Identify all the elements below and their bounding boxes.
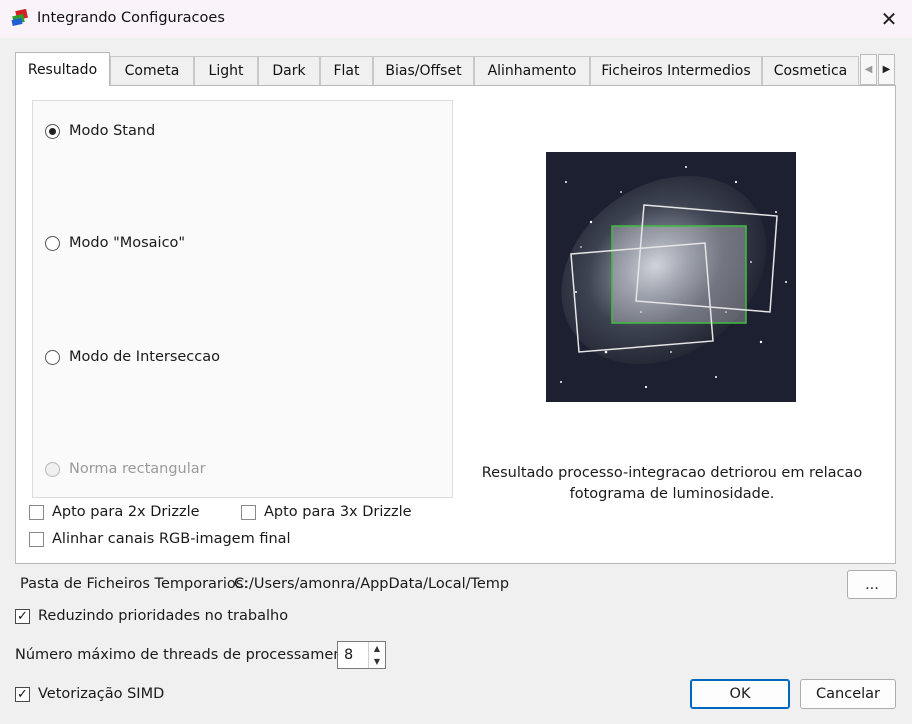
tab-scroll-right-icon[interactable]: ▶	[878, 54, 895, 85]
threads-label: Número máximo de threads de processament…	[15, 647, 357, 663]
radio-indicator	[45, 461, 60, 477]
tab-flat[interactable]: Flat	[320, 56, 373, 85]
cancel-button[interactable]: Cancelar	[800, 679, 896, 709]
check-icon: ✓	[15, 686, 30, 702]
mode-groupbox: Modo Stand Modo "Mosaico" Modo de Inters…	[32, 100, 453, 498]
temp-folder-path: C:/Users/amonra/AppData/Local/Temp	[234, 576, 510, 592]
checkbox-label: Vetorização SIMD	[38, 686, 165, 702]
radio-modo-stand[interactable]: Modo Stand	[45, 123, 155, 139]
radio-modo-interseccao[interactable]: Modo de Interseccao	[45, 349, 220, 365]
integration-preview-image	[546, 152, 796, 402]
temp-folder-label: Pasta de Ficheiros Temporarios:	[20, 576, 249, 592]
radio-label: Norma rectangular	[69, 461, 206, 477]
browse-temp-folder-button[interactable]: ...	[847, 570, 897, 599]
check-icon: ✓	[15, 608, 30, 624]
drizzle-3x-checkbox[interactable]: Apto para 3x Drizzle	[241, 504, 412, 520]
tab-cosmetica[interactable]: Cosmetica	[762, 56, 859, 85]
tab-alinhamento[interactable]: Alinhamento	[474, 56, 590, 85]
spin-up-icon[interactable]: ▲	[369, 642, 385, 655]
checkbox-label: Apto para 3x Drizzle	[264, 504, 412, 520]
title-bar: Integrando Configuracoes ✕	[0, 0, 912, 38]
tab-ficheiros-intermedios[interactable]: Ficheiros Intermedios	[590, 56, 762, 85]
checkbox-box	[29, 504, 44, 520]
threads-value[interactable]: 8	[344, 647, 353, 663]
tab-cometa[interactable]: Cometa	[110, 56, 194, 85]
radio-label: Modo de Interseccao	[69, 349, 221, 365]
tab-light[interactable]: Light	[194, 56, 258, 85]
align-rgb-checkbox[interactable]: Alinhar canais RGB-imagem final	[29, 531, 291, 547]
radio-label: Modo Stand	[69, 123, 156, 139]
radio-label: Modo "Mosaico"	[69, 235, 186, 251]
radio-norma-rectangular: Norma rectangular	[45, 461, 206, 477]
simd-checkbox[interactable]: ✓ Vetorização SIMD	[15, 686, 164, 702]
radio-indicator	[45, 123, 60, 139]
ok-button[interactable]: OK	[690, 679, 790, 709]
checkbox-box	[241, 504, 256, 520]
drizzle-2x-checkbox[interactable]: Apto para 2x Drizzle	[29, 504, 200, 520]
preview-caption: Resultado processo-integracao detriorou …	[481, 465, 863, 502]
tab-panel-resultado: Modo Stand Modo "Mosaico" Modo de Inters…	[15, 85, 896, 564]
window-title: Integrando Configuracoes	[37, 10, 225, 26]
checkbox-label: Alinhar canais RGB-imagem final	[52, 531, 291, 547]
reduce-priority-checkbox[interactable]: ✓ Reduzindo prioridades no trabalho	[15, 608, 288, 624]
close-icon[interactable]: ✕	[866, 0, 912, 38]
radio-modo-mosaico[interactable]: Modo "Mosaico"	[45, 235, 185, 251]
spin-arrows: ▲ ▼	[368, 642, 385, 668]
checkbox-label: Reduzindo prioridades no trabalho	[38, 608, 289, 624]
spin-down-icon[interactable]: ▼	[369, 655, 385, 668]
threads-spinbox[interactable]: 8 ▲ ▼	[337, 641, 386, 669]
checkbox-label: Apto para 2x Drizzle	[52, 504, 200, 520]
tab-resultado[interactable]: Resultado	[15, 52, 110, 86]
radio-indicator	[45, 349, 60, 365]
app-logo-icon	[11, 9, 28, 26]
tab-dark[interactable]: Dark	[258, 56, 320, 85]
tab-scroll-left-icon[interactable]: ◀	[860, 54, 877, 85]
checkbox-box	[29, 531, 44, 547]
radio-indicator	[45, 235, 60, 251]
tab-bias-offset[interactable]: Bias/Offset	[373, 56, 474, 85]
